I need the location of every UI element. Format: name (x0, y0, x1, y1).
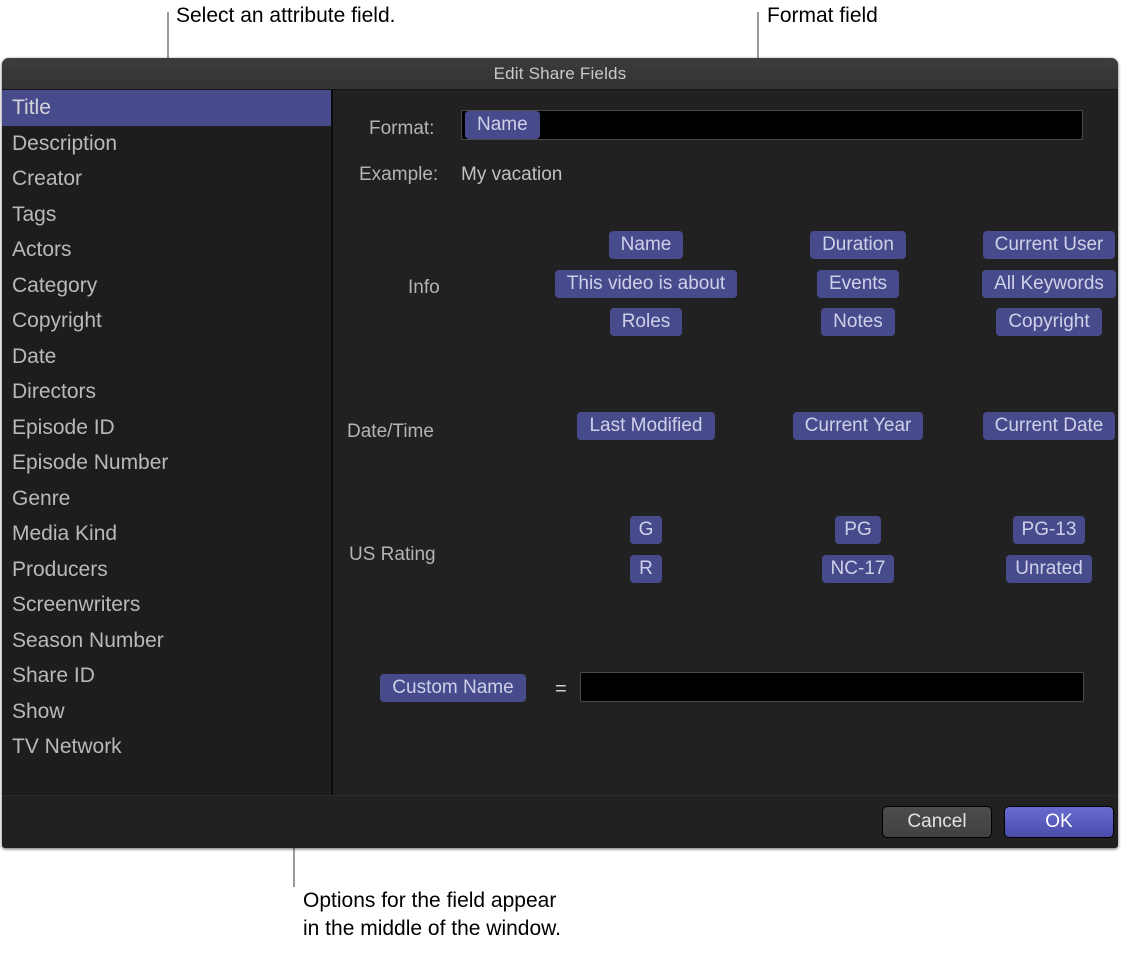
token-notes[interactable]: Notes (821, 308, 895, 336)
annotation-options-middle: Options for the field appearin the middl… (303, 887, 561, 943)
token-all-keywords[interactable]: All Keywords (982, 270, 1116, 298)
cancel-button[interactable]: Cancel (882, 806, 992, 838)
token-custom-name[interactable]: Custom Name (380, 674, 525, 702)
example-value: My vacation (461, 164, 562, 186)
token-current-user[interactable]: Current User (983, 231, 1116, 259)
example-label: Example: (359, 164, 438, 186)
sidebar-item-screenwriters[interactable]: Screenwriters (2, 587, 331, 623)
attribute-field-list[interactable]: TitleDescriptionCreatorTagsActorsCategor… (2, 90, 333, 795)
dialog-titlebar: Edit Share Fields (2, 58, 1118, 90)
sidebar-item-date[interactable]: Date (2, 339, 331, 375)
sidebar-item-actors[interactable]: Actors (2, 232, 331, 268)
sidebar-item-description[interactable]: Description (2, 126, 331, 162)
sidebar-item-genre[interactable]: Genre (2, 481, 331, 517)
token-this-video-is-about[interactable]: This video is about (555, 270, 737, 298)
us-rating-label: US Rating (349, 544, 436, 566)
dialog-footer: Cancel OK (2, 795, 1118, 847)
sidebar-item-category[interactable]: Category (2, 268, 331, 304)
sidebar-item-title[interactable]: Title (2, 90, 331, 126)
token-roles[interactable]: Roles (610, 308, 683, 336)
sidebar-item-share-id[interactable]: Share ID (2, 658, 331, 694)
token-rating-r[interactable]: R (630, 555, 662, 583)
ok-button[interactable]: OK (1004, 806, 1114, 838)
field-options-pane: Format: Name Example: My vacation Info N… (333, 90, 1118, 795)
token-cell: Current Date (893, 411, 1118, 441)
edit-share-fields-dialog: Edit Share Fields TitleDescriptionCreato… (2, 58, 1118, 848)
token-copyright[interactable]: Copyright (996, 308, 1101, 336)
token-current-date[interactable]: Current Date (983, 412, 1116, 440)
format-input[interactable]: Name (461, 110, 1083, 140)
annotation-select-attribute-field: Select an attribute field. (176, 2, 395, 30)
sidebar-item-copyright[interactable]: Copyright (2, 303, 331, 339)
sidebar-item-media-kind[interactable]: Media Kind (2, 516, 331, 552)
token-events[interactable]: Events (817, 270, 899, 298)
token-rating-g[interactable]: G (630, 516, 663, 544)
dialog-title: Edit Share Fields (494, 64, 627, 84)
token-rating-unrated[interactable]: Unrated (1006, 555, 1092, 583)
annotation-format-field: Format field (767, 2, 878, 30)
token-cell: All Keywords (893, 269, 1118, 299)
sidebar-item-directors[interactable]: Directors (2, 374, 331, 410)
datetime-label: Date/Time (347, 421, 434, 443)
token-cell: Current User (893, 230, 1118, 260)
token-duration[interactable]: Duration (810, 231, 906, 259)
sidebar-item-tv-network[interactable]: TV Network (2, 729, 331, 765)
token-cell: PG-13 (893, 515, 1118, 545)
sidebar-item-creator[interactable]: Creator (2, 161, 331, 197)
token-rating-nc17[interactable]: NC-17 (822, 555, 895, 583)
token-format-name[interactable]: Name (465, 111, 540, 139)
sidebar-item-tags[interactable]: Tags (2, 197, 331, 233)
token-last-modified[interactable]: Last Modified (577, 412, 714, 440)
token-cell: Custom Name (353, 673, 553, 703)
dialog-body: TitleDescriptionCreatorTagsActorsCategor… (2, 90, 1118, 795)
info-label: Info (408, 277, 440, 299)
custom-name-input[interactable] (580, 672, 1084, 702)
token-rating-pg13[interactable]: PG-13 (1013, 516, 1086, 544)
sidebar-item-season-number[interactable]: Season Number (2, 623, 331, 659)
screenshot-root: Select an attribute field. Format field … (0, 0, 1124, 966)
token-rating-pg[interactable]: PG (835, 516, 880, 544)
token-cell: Copyright (893, 307, 1118, 337)
format-label: Format: (369, 118, 434, 140)
token-cell: Unrated (893, 554, 1118, 584)
sidebar-item-show[interactable]: Show (2, 694, 331, 730)
equals-sign: = (555, 678, 567, 701)
sidebar-item-producers[interactable]: Producers (2, 552, 331, 588)
token-name[interactable]: Name (609, 231, 684, 259)
sidebar-item-episode-number[interactable]: Episode Number (2, 445, 331, 481)
sidebar-item-episode-id[interactable]: Episode ID (2, 410, 331, 446)
